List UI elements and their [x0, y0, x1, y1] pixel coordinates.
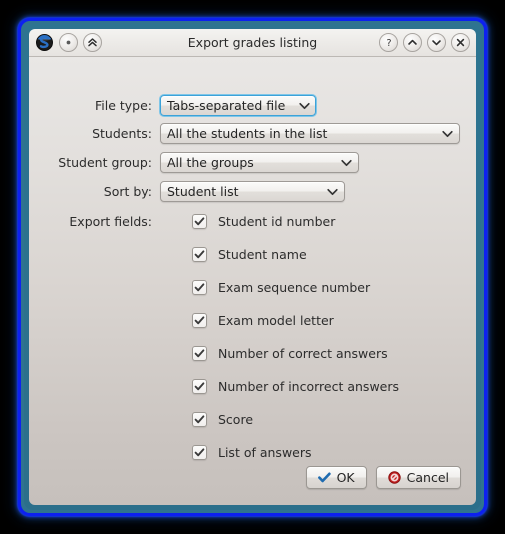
- checkbox-label: Exam model letter: [218, 313, 334, 328]
- checkbox-row-number-of-correct-answers[interactable]: Number of correct answers: [192, 346, 388, 361]
- cancel-button-label: Cancel: [406, 470, 449, 485]
- checkbox-student-id-number[interactable]: [192, 214, 207, 229]
- form-row-student-group: Student group: All the groups: [29, 152, 476, 173]
- sort-by-label: Sort by:: [103, 184, 152, 199]
- file-type-label: File type:: [94, 98, 152, 113]
- checkbox-row-number-of-incorrect-answers[interactable]: Number of incorrect answers: [192, 379, 399, 394]
- checkbox-label: Exam sequence number: [218, 280, 371, 295]
- sort-by-select[interactable]: Student list: [160, 181, 345, 202]
- check-icon: [317, 472, 331, 483]
- students-select[interactable]: All the students in the list: [160, 123, 460, 144]
- keep-above-icon[interactable]: [83, 33, 102, 52]
- checkbox-number-of-incorrect-answers[interactable]: [192, 379, 207, 394]
- cancel-prohibition-icon: [387, 471, 401, 484]
- student-group-value: All the groups: [167, 155, 254, 170]
- checkbox-score[interactable]: [192, 412, 207, 427]
- students-value: All the students in the list: [167, 126, 328, 141]
- checkbox-exam-model-letter[interactable]: [192, 313, 207, 328]
- titlebar-left-buttons: [35, 33, 102, 52]
- checkbox-row-exam-model-letter[interactable]: Exam model letter: [192, 313, 334, 328]
- checkbox-label: Student name: [218, 247, 307, 262]
- checkbox-label: Number of incorrect answers: [218, 379, 400, 394]
- checkbox-row-exam-sequence-number[interactable]: Exam sequence number: [192, 280, 370, 295]
- sort-by-value: Student list: [167, 184, 239, 199]
- file-type-value: Tabs-separated file: [167, 98, 286, 113]
- titlebar[interactable]: Export grades listing ?: [29, 29, 476, 57]
- menu-dot-button[interactable]: [59, 33, 78, 52]
- window-inner-frame: Export grades listing ? File type: Tabs-…: [24, 24, 481, 510]
- checkbox-list-of-answers[interactable]: [192, 445, 207, 460]
- titlebar-right-buttons: ?: [379, 33, 470, 52]
- checkbox-row-list-of-answers[interactable]: List of answers: [192, 445, 312, 460]
- chevron-down-icon[interactable]: [427, 33, 446, 52]
- app-logo-icon: [35, 33, 54, 52]
- chevron-down-icon: [299, 102, 310, 110]
- dialog-body: File type: Tabs-separated file Students:…: [29, 57, 476, 505]
- checkbox-label: Number of correct answers: [218, 346, 388, 361]
- form-row-file-type: File type: Tabs-separated file: [29, 95, 476, 116]
- ok-button[interactable]: OK: [305, 466, 367, 489]
- chevron-down-icon: [327, 188, 338, 196]
- window-frame: Export grades listing ? File type: Tabs-…: [18, 18, 487, 516]
- cancel-button[interactable]: Cancel: [375, 466, 461, 489]
- chevron-down-icon: [442, 130, 453, 138]
- checkbox-row-score[interactable]: Score: [192, 412, 253, 427]
- checkbox-number-of-correct-answers[interactable]: [192, 346, 207, 361]
- student-group-select[interactable]: All the groups: [160, 152, 359, 173]
- form-row-students: Students: All the students in the list: [29, 123, 476, 144]
- checkbox-student-name[interactable]: [192, 247, 207, 262]
- checkbox-label: List of answers: [218, 445, 312, 460]
- dialog-button-bar: OK Cancel: [305, 466, 461, 489]
- students-label: Students:: [92, 126, 152, 141]
- close-icon[interactable]: [451, 33, 470, 52]
- file-type-select[interactable]: Tabs-separated file: [160, 95, 316, 116]
- checkbox-row-student-id-number[interactable]: Student id number: [192, 214, 335, 229]
- svg-text:?: ?: [386, 38, 391, 49]
- checkbox-row-student-name[interactable]: Student name: [192, 247, 307, 262]
- ok-button-label: OK: [336, 470, 355, 485]
- export-fields-label: Export fields:: [69, 214, 152, 229]
- checkbox-exam-sequence-number[interactable]: [192, 280, 207, 295]
- student-group-label: Student group:: [58, 155, 152, 170]
- chevron-down-icon: [341, 159, 352, 167]
- chevron-up-icon[interactable]: [403, 33, 422, 52]
- help-icon[interactable]: ?: [379, 33, 398, 52]
- checkbox-label: Score: [218, 412, 254, 427]
- checkbox-label: Student id number: [218, 214, 336, 229]
- form-row-sort-by: Sort by: Student list: [29, 181, 476, 202]
